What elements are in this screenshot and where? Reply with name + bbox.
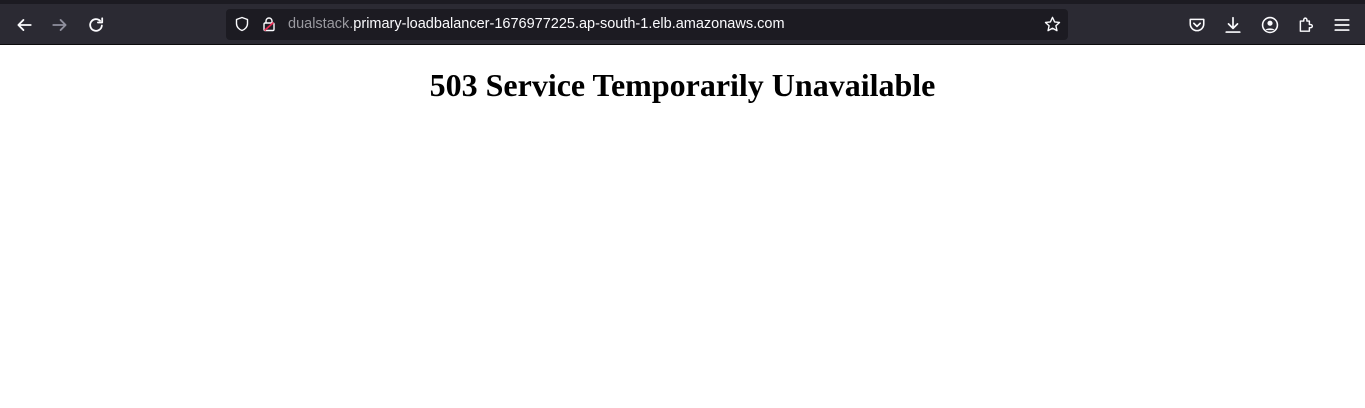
site-security-button[interactable] <box>260 15 278 33</box>
page-title: 503 Service Temporarily Unavailable <box>429 67 936 103</box>
forward-arrow-icon <box>52 19 67 31</box>
tracking-protection-button[interactable] <box>233 15 251 33</box>
lock-warning-icon <box>263 17 275 32</box>
bookmark-button[interactable] <box>1043 15 1061 33</box>
hamburger-menu-icon <box>1334 19 1350 31</box>
reload-button[interactable] <box>81 10 111 40</box>
url-text[interactable]: dualstack.primary-loadbalancer-167697722… <box>288 9 785 40</box>
back-button[interactable] <box>9 10 39 40</box>
url-prefix: dualstack. <box>288 16 354 32</box>
reload-icon <box>89 17 104 32</box>
url-bar[interactable]: dualstack.primary-loadbalancer-167697722… <box>226 9 1068 40</box>
account-button[interactable] <box>1255 10 1285 40</box>
download-icon <box>1225 16 1241 33</box>
account-icon <box>1261 16 1279 34</box>
extensions-button[interactable] <box>1291 10 1321 40</box>
forward-button[interactable] <box>45 10 75 40</box>
star-icon <box>1044 16 1060 31</box>
shield-icon <box>235 16 249 32</box>
menu-button[interactable] <box>1327 10 1357 40</box>
pocket-button[interactable] <box>1182 10 1212 40</box>
browser-toolbar: dualstack.primary-loadbalancer-167697722… <box>0 0 1365 45</box>
back-arrow-icon <box>17 19 32 31</box>
downloads-button[interactable] <box>1218 10 1248 40</box>
pocket-icon <box>1189 18 1205 32</box>
page-content: 503 Service Temporarily Unavailable <box>0 45 1365 408</box>
puzzle-icon <box>1299 17 1313 32</box>
url-domain: primary-loadbalancer-1676977225.ap-south… <box>353 16 785 32</box>
